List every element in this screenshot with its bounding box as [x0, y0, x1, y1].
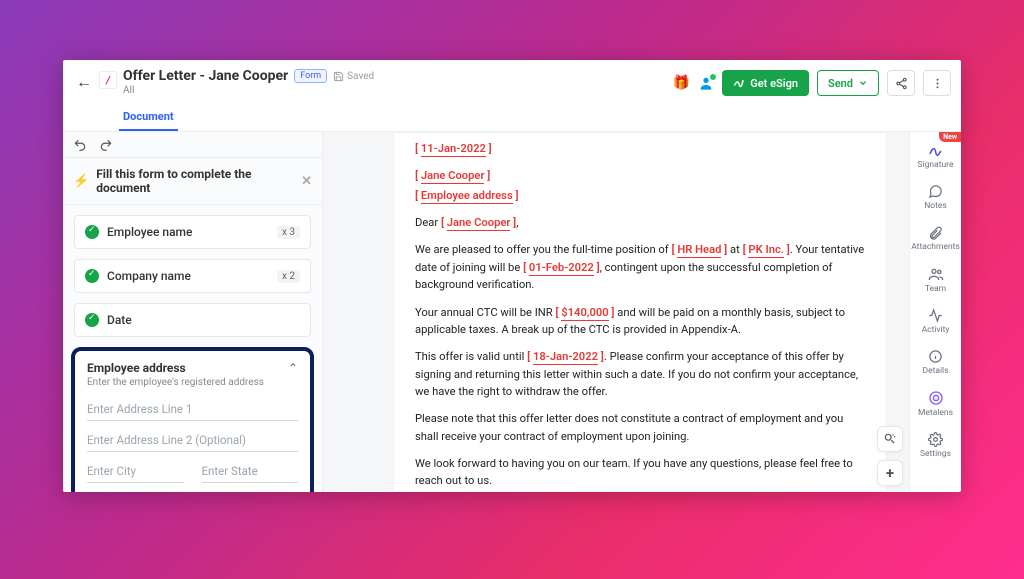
undo-button[interactable]: [73, 138, 87, 152]
user-presence-icon[interactable]: [698, 75, 714, 91]
token-employee-address[interactable]: Employee address: [421, 189, 513, 204]
new-badge: New: [939, 132, 961, 142]
doc-text: This offer is valid until: [415, 350, 524, 363]
send-label: Send: [828, 77, 853, 90]
sidebar-item-label: Activity: [922, 325, 950, 335]
page-title: Offer Letter - Jane Cooper: [123, 68, 288, 84]
send-button[interactable]: Send: [817, 70, 879, 96]
sidebar-item-label: Details: [922, 366, 948, 376]
sidebar-item-label: Metalens: [918, 408, 953, 418]
sidebar-item-settings[interactable]: Settings: [910, 426, 961, 465]
fill-banner-text: Fill this form to complete the document: [96, 167, 294, 195]
doc-text: We are pleased to offer you the full-tim…: [415, 243, 669, 256]
doc-text: at: [730, 243, 740, 256]
sidebar-item-label: Notes: [924, 201, 947, 211]
sidebar-item-label: Settings: [920, 449, 951, 459]
find-replace-button[interactable]: [877, 426, 903, 452]
doc-text: Dear: [415, 216, 438, 229]
notes-icon: [928, 184, 943, 199]
token-company[interactable]: PK Inc.: [748, 243, 784, 258]
tab-document[interactable]: Document: [119, 104, 178, 131]
field-card-employee-address: Employee address Enter the employee's re…: [71, 347, 314, 492]
sidebar-item-notes[interactable]: Notes: [910, 178, 961, 217]
sidebar-item-label: Attachments: [911, 242, 960, 252]
addr-title: Employee address: [87, 361, 264, 375]
document-page: [ 11-Jan-2022 ] [ Jane Cooper ] [ Employ…: [393, 132, 887, 492]
doc-text: Please note that this offer letter does …: [415, 410, 865, 445]
redo-button[interactable]: [99, 138, 113, 152]
saved-status: Saved: [333, 71, 374, 82]
gift-icon[interactable]: 🎁: [673, 75, 690, 91]
field-count: x 2: [277, 270, 300, 283]
sidebar-item-activity[interactable]: Activity: [910, 302, 961, 341]
close-banner-button[interactable]: ✕: [301, 174, 312, 189]
check-icon: [85, 313, 99, 327]
collapse-icon[interactable]: ⌃: [288, 361, 298, 375]
doc-text: Your annual CTC will be INR: [415, 306, 553, 319]
metalens-icon: [928, 390, 944, 406]
field-count: x 3: [277, 226, 300, 239]
info-icon: [928, 349, 943, 364]
saved-label: Saved: [347, 71, 374, 82]
token-employee-name[interactable]: Jane Cooper: [421, 169, 485, 184]
token-role[interactable]: HR Head: [677, 243, 721, 258]
addr-zip-input[interactable]: [87, 489, 184, 492]
sidebar-item-label: Team: [925, 284, 946, 294]
more-button[interactable]: [923, 70, 951, 96]
sidebar-item-signature[interactable]: Signature: [910, 136, 961, 176]
form-chip: Form: [294, 69, 327, 83]
check-icon: [85, 269, 99, 283]
doc-text: We look forward to having you on our tea…: [415, 455, 865, 490]
bolt-icon: ⚡: [73, 174, 89, 189]
signature-icon: [928, 142, 944, 158]
addr-line2-input[interactable]: [87, 427, 298, 452]
sidebar-item-attachments[interactable]: Attachments: [910, 219, 961, 258]
field-label: Date: [107, 313, 300, 327]
field-label: Employee name: [107, 225, 269, 239]
field-row-company-name[interactable]: Company name x 2: [74, 259, 311, 293]
addr-subtitle: Enter the employee's registered address: [87, 377, 264, 388]
back-button[interactable]: ←: [73, 72, 95, 92]
token-valid-until[interactable]: 18-Jan-2022: [533, 350, 598, 365]
token-date[interactable]: 11-Jan-2022: [421, 142, 486, 157]
attachment-icon: [928, 225, 943, 240]
get-esign-button[interactable]: Get eSign: [722, 70, 809, 96]
add-button[interactable]: +: [877, 460, 903, 486]
sidebar-item-label: Signature: [918, 160, 954, 170]
team-icon: [928, 266, 944, 282]
share-button[interactable]: [887, 70, 915, 96]
addr-country-input[interactable]: [202, 489, 299, 492]
addr-city-input[interactable]: [87, 458, 184, 483]
token-doj[interactable]: 01-Feb-2022: [529, 261, 594, 276]
addr-line1-input[interactable]: [87, 396, 298, 421]
activity-icon: [928, 308, 943, 323]
field-label: Company name: [107, 269, 269, 283]
token-ctc[interactable]: $140,000: [561, 306, 608, 321]
sidebar-item-team[interactable]: Team: [910, 260, 961, 300]
token-employee-name[interactable]: Jane Cooper: [447, 216, 511, 231]
gear-icon: [928, 432, 943, 447]
sidebar-item-details[interactable]: Details: [910, 343, 961, 382]
field-row-employee-name[interactable]: Employee name x 3: [74, 215, 311, 249]
doc-logo-icon: /: [99, 71, 117, 89]
document-canvas[interactable]: [ 11-Jan-2022 ] [ Jane Cooper ] [ Employ…: [323, 132, 909, 492]
get-esign-label: Get eSign: [750, 77, 798, 90]
field-row-date[interactable]: Date: [74, 303, 311, 337]
breadcrumb: All: [123, 85, 673, 96]
check-icon: [85, 225, 99, 239]
addr-state-input[interactable]: [202, 458, 299, 483]
sidebar-item-metalens[interactable]: Metalens: [910, 384, 961, 424]
